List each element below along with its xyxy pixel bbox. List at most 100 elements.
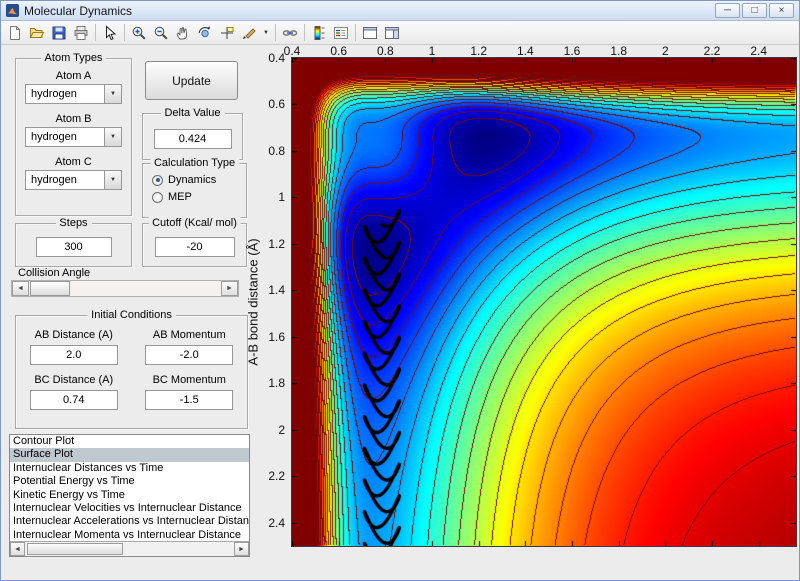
slider-left-arrow-icon[interactable]: ◄ [12, 281, 29, 296]
calc-options: Dynamics MEP [143, 164, 246, 203]
y-tick-label: 0.6 [268, 97, 285, 111]
y-tick-label: 1.8 [268, 376, 285, 390]
toolbar-separator [304, 24, 305, 41]
collision-angle-slider[interactable]: ◄ ► [11, 280, 239, 297]
bc-distance-a-group: BC Distance (A) [16, 374, 132, 410]
zoom-in-button[interactable] [128, 22, 150, 43]
bc-distance-a-input[interactable] [30, 390, 118, 410]
rotate-3d-button[interactable] [194, 22, 216, 43]
brush-dropdown-button[interactable]: ▼ [260, 22, 272, 43]
x-tick-labels: 0.40.60.811.21.41.61.822.22.4 [292, 44, 796, 56]
cutoff-input[interactable] [155, 237, 235, 257]
new-figure-icon [7, 25, 23, 41]
hide-plot-tools-icon [362, 25, 378, 41]
open-file-button[interactable] [26, 22, 48, 43]
close-button[interactable]: × [769, 3, 794, 18]
save-figure-icon [51, 25, 67, 41]
radio-mep[interactable]: MEP [152, 191, 246, 203]
save-figure-button[interactable] [48, 22, 70, 43]
print-figure-button[interactable] [70, 22, 92, 43]
insert-colorbar-button[interactable] [308, 22, 330, 43]
update-button[interactable]: Update [145, 61, 238, 100]
hide-plot-tools-button[interactable] [359, 22, 381, 43]
y-tick-label: 1.2 [268, 237, 285, 251]
calculation-type-panel: Calculation Type DynamicsMEP [142, 163, 247, 218]
zoom-in-icon [131, 25, 147, 41]
atom-b-dropdown[interactable]: hydrogen▼ [25, 127, 122, 147]
toolbar-separator [95, 24, 96, 41]
plot-type-listbox[interactable]: Contour PlotSurface PlotInternuclear Dis… [9, 434, 250, 557]
plot-axes[interactable] [291, 57, 797, 547]
zoom-out-button[interactable] [150, 22, 172, 43]
atom-types-panel: Atom Types Atom Ahydrogen▼Atom Bhydrogen… [15, 58, 132, 216]
delta-value-title: Delta Value [160, 107, 224, 119]
slider-right-arrow-icon[interactable]: ► [221, 281, 238, 296]
radio-dynamics[interactable]: Dynamics [152, 174, 246, 186]
ab-momentum-input[interactable] [145, 345, 233, 365]
collision-angle-label: Collision Angle [18, 267, 90, 279]
chevron-down-icon: ▼ [263, 30, 269, 36]
maximize-button[interactable]: □ [742, 3, 767, 18]
plot-type-listbox-items: Contour PlotSurface PlotInternuclear Dis… [10, 435, 249, 542]
steps-input[interactable] [36, 237, 112, 257]
list-item[interactable]: Internuclear Velocities vs Internuclear … [10, 502, 249, 515]
chevron-down-icon[interactable]: ▼ [104, 128, 121, 146]
list-item[interactable]: Potential Energy vs Time [10, 475, 249, 488]
link-plot-button[interactable] [279, 22, 301, 43]
minimize-button[interactable]: ─ [715, 3, 740, 18]
list-item[interactable]: Kinetic Energy vs Time [10, 489, 249, 502]
show-plot-tools-button[interactable] [381, 22, 403, 43]
calculation-type-title: Calculation Type [150, 157, 239, 169]
zoom-out-icon [153, 25, 169, 41]
new-figure-button[interactable] [4, 22, 26, 43]
hscroll-left-arrow-icon[interactable]: ◄ [10, 542, 25, 556]
rotate-3d-icon [197, 25, 213, 41]
list-item[interactable]: Contour Plot [10, 435, 249, 448]
initial-conditions-title: Initial Conditions [87, 309, 176, 321]
delta-value-panel: Delta Value [142, 113, 243, 160]
atom-c-dropdown[interactable]: hydrogen▼ [25, 170, 122, 190]
hscroll-thumb[interactable] [27, 543, 123, 555]
atom-c-label: Atom C [16, 156, 131, 168]
atom-rows: Atom Ahydrogen▼Atom Bhydrogen▼Atom Chydr… [16, 59, 131, 190]
insert-legend-icon [333, 25, 349, 41]
open-file-icon [29, 25, 45, 41]
contour-plot-canvas[interactable] [292, 58, 796, 546]
x-tick-label: 1.6 [564, 44, 581, 58]
window-title: Molecular Dynamics [24, 4, 132, 18]
steps-panel: Steps [15, 223, 132, 267]
atom-a-dropdown[interactable]: hydrogen ▼ [25, 84, 122, 104]
hscroll-right-arrow-icon[interactable]: ► [234, 542, 249, 556]
slider-thumb[interactable] [30, 281, 70, 296]
bc-distance-a-label: BC Distance (A) [16, 374, 132, 386]
list-item[interactable]: Internuclear Distances vs Time [10, 462, 249, 475]
atom-types-title: Atom Types [41, 52, 107, 64]
ab-distance-a-input[interactable] [30, 345, 118, 365]
pan-button[interactable] [172, 22, 194, 43]
bc-momentum-input[interactable] [145, 390, 233, 410]
chevron-down-icon[interactable]: ▼ [104, 85, 121, 103]
toolbar: ▼ [1, 21, 799, 45]
steps-title: Steps [55, 217, 91, 229]
listbox-hscrollbar[interactable]: ◄ ► [10, 541, 249, 556]
y-tick-label: 1.4 [268, 283, 285, 297]
chevron-down-icon[interactable]: ▼ [104, 171, 121, 189]
ab-momentum-label: AB Momentum [132, 329, 248, 341]
y-tick-labels: 0.40.60.811.21.41.61.822.22.4 [257, 58, 287, 546]
data-cursor-icon [219, 25, 235, 41]
dropdown-value: hydrogen [31, 88, 77, 100]
list-item[interactable]: Internuclear Momenta vs Internuclear Dis… [10, 529, 249, 542]
list-item[interactable]: Surface Plot [10, 448, 249, 461]
title-bar[interactable]: Molecular Dynamics ─ □ × [1, 1, 799, 21]
insert-legend-button[interactable] [330, 22, 352, 43]
bc-momentum-label: BC Momentum [132, 374, 248, 386]
cutoff-title: Cutoff (Kcal/ mol) [148, 217, 241, 229]
brush-button[interactable] [238, 22, 260, 43]
y-tick-label: 2.2 [268, 469, 285, 483]
print-figure-icon [73, 25, 89, 41]
data-cursor-button[interactable] [216, 22, 238, 43]
atom-a-label: Atom A [16, 70, 131, 82]
edit-plot-button[interactable] [99, 22, 121, 43]
list-item[interactable]: Internuclear Accelerations vs Internucle… [10, 515, 249, 528]
delta-value-input[interactable] [154, 129, 232, 149]
